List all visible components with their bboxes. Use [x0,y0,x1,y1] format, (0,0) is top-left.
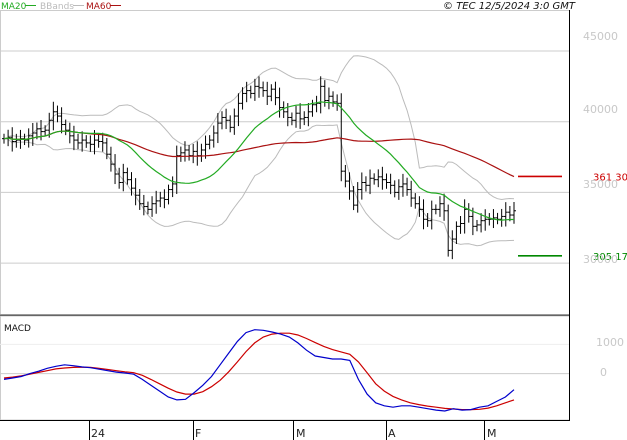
y-tick-35000: 35000 [583,178,618,191]
macd-tick-0: 0 [600,366,607,379]
y-tick-30000: 30000 [583,253,618,266]
legend-bbands: BBands [40,2,74,12]
x-tick-24: 24 [91,427,105,440]
macd-panel-frame [0,315,570,421]
x-tick-m1: M [296,427,306,440]
x-tick-a: A [388,427,396,440]
macd-tick-1000: 1000 [596,336,624,349]
legend-ma60: MA60 [86,2,112,12]
legend: MA20 BBands MA60 [1,2,121,12]
x-tick-m2: M [487,427,497,440]
x-axis: 24 F M A M [0,420,570,440]
legend-ma20: MA20 [1,2,27,12]
price-panel-frame [0,10,570,315]
x-tick-f: F [195,427,201,440]
y-tick-40000: 40000 [583,103,618,116]
stock-chart: 361 30305 17 MA20 BBands MA60 © TEC 12/5… [0,1,627,440]
y-tick-45000: 45000 [583,30,618,43]
copyright-source: © TEC 12/5/2024 3:0 GMT [443,1,576,12]
macd-label: MACD [4,324,31,334]
